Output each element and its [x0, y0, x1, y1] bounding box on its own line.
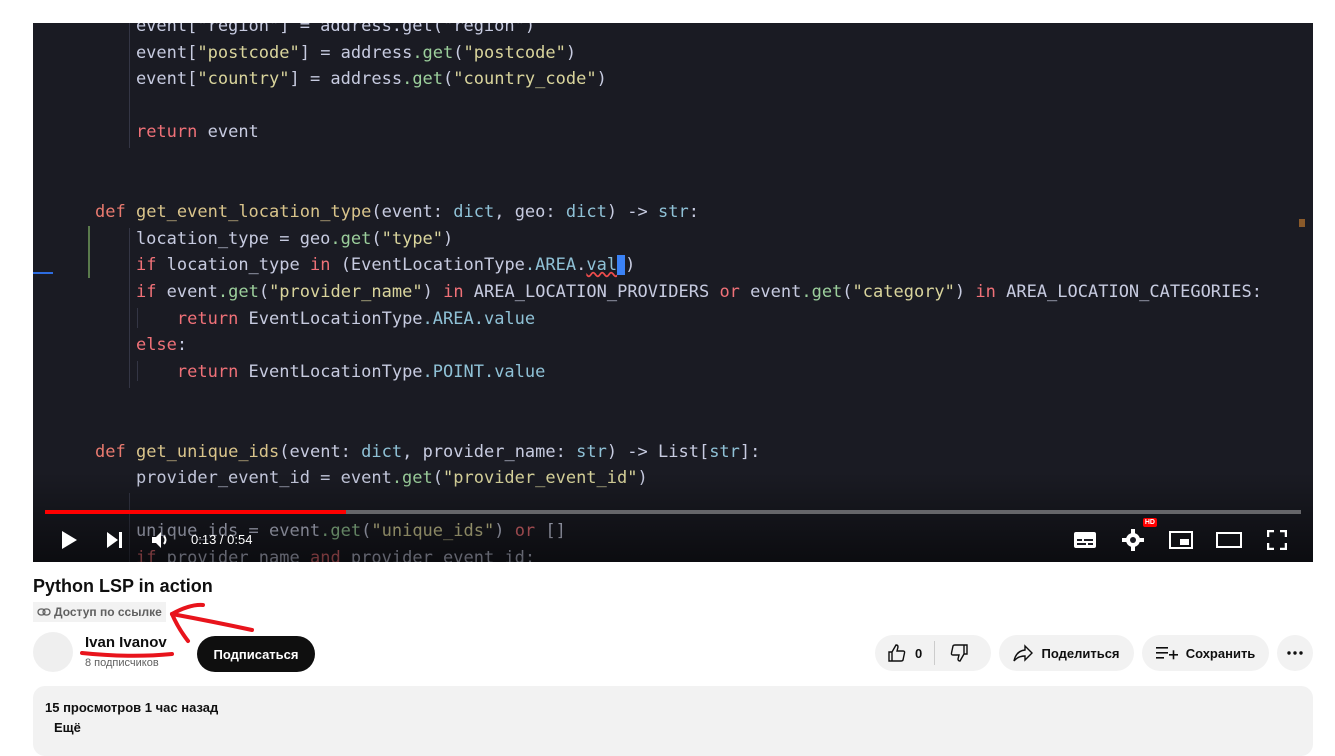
code-line: event["region"] = address.get("region") — [95, 23, 536, 36]
code-line: if location_type in (EventLocationType.A… — [135, 255, 636, 276]
indent-guide — [137, 361, 138, 381]
code-line: else: — [135, 335, 188, 356]
subscriber-count: 8 подписчиков — [85, 657, 159, 669]
code-line: event["postcode"] = address.get("postcod… — [95, 42, 577, 63]
code-line: if event.get("provider_name") in AREA_LO… — [135, 281, 1262, 302]
like-count: 0 — [915, 645, 923, 661]
share-label: Поделиться — [1041, 645, 1120, 661]
subscribe-button[interactable]: Подписаться — [197, 636, 315, 672]
play-button[interactable] — [51, 522, 87, 558]
channel-avatar[interactable] — [33, 632, 73, 672]
dislike-button[interactable] — [935, 635, 983, 671]
privacy-label: Доступ по ссылке — [54, 605, 162, 619]
share-icon — [1013, 644, 1034, 662]
settings-button[interactable]: HD — [1115, 518, 1157, 558]
theater-mode-button[interactable] — [1211, 522, 1247, 558]
show-more-link[interactable]: Ещё — [54, 720, 81, 735]
theater-icon — [1216, 532, 1242, 548]
like-button[interactable]: 0 — [875, 635, 934, 671]
hd-badge: HD — [1142, 518, 1157, 527]
mute-button[interactable] — [143, 522, 179, 558]
more-horizontal-icon — [1287, 651, 1303, 655]
save-label: Сохранить — [1185, 645, 1256, 661]
code-line: event["country"] = address.get("country_… — [95, 69, 607, 90]
share-button[interactable]: Поделиться — [999, 635, 1134, 671]
code-line: return EventLocationType.POINT.value — [176, 361, 546, 382]
add-to-playlist-icon — [1155, 647, 1178, 660]
like-dislike-group: 0 — [875, 635, 991, 671]
indent-guide — [137, 308, 138, 328]
play-icon — [62, 531, 77, 549]
video-player[interactable]: event["region"] = address.get("region") … — [33, 23, 1313, 562]
code-line: return event — [135, 122, 259, 143]
indent-guide — [129, 228, 130, 388]
channel-name[interactable]: Ivan Ivanov — [85, 634, 167, 651]
progress-played — [45, 510, 347, 514]
cursor-line-marker — [33, 272, 53, 274]
next-button[interactable] — [97, 522, 133, 558]
thumbs-up-icon — [888, 644, 906, 662]
video-title: Python LSP in action — [33, 576, 213, 596]
subtitles-icon — [1074, 532, 1096, 548]
time-display: 0:13 / 0:54 — [191, 532, 253, 547]
view-stats: 15 просмотров 1 час назад — [45, 700, 219, 715]
save-button[interactable]: Сохранить — [1142, 635, 1269, 671]
code-line: return EventLocationType.AREA.value — [176, 308, 536, 329]
miniplayer-button[interactable] — [1163, 522, 1199, 558]
more-actions-button[interactable] — [1277, 635, 1313, 671]
link-icon — [37, 608, 51, 616]
fullscreen-icon — [1267, 530, 1287, 550]
code-line: def get_event_location_type(event: dict,… — [95, 202, 699, 223]
next-icon — [107, 532, 122, 548]
git-change-marker — [88, 226, 90, 278]
minimap-marker — [1299, 219, 1305, 227]
progress-bar[interactable] — [45, 510, 1301, 514]
indent-guide — [129, 23, 130, 148]
volume-icon — [152, 532, 167, 548]
fullscreen-button[interactable] — [1259, 522, 1295, 558]
code-line: def get_unique_ids(event: dict, provider… — [95, 441, 761, 462]
settings-icon — [1122, 529, 1144, 551]
privacy-badge: Доступ по ссылке — [33, 602, 166, 622]
thumbs-down-icon — [950, 644, 968, 662]
miniplayer-icon — [1169, 531, 1193, 549]
text-cursor — [617, 255, 626, 276]
subtitles-button[interactable] — [1067, 522, 1103, 558]
code-line: location_type = geo.get("type") — [95, 228, 454, 249]
description-box[interactable]: 15 просмотров 1 час назад Ещё — [33, 686, 1313, 756]
player-controls: 0:13 / 0:54 HD — [33, 518, 1313, 558]
